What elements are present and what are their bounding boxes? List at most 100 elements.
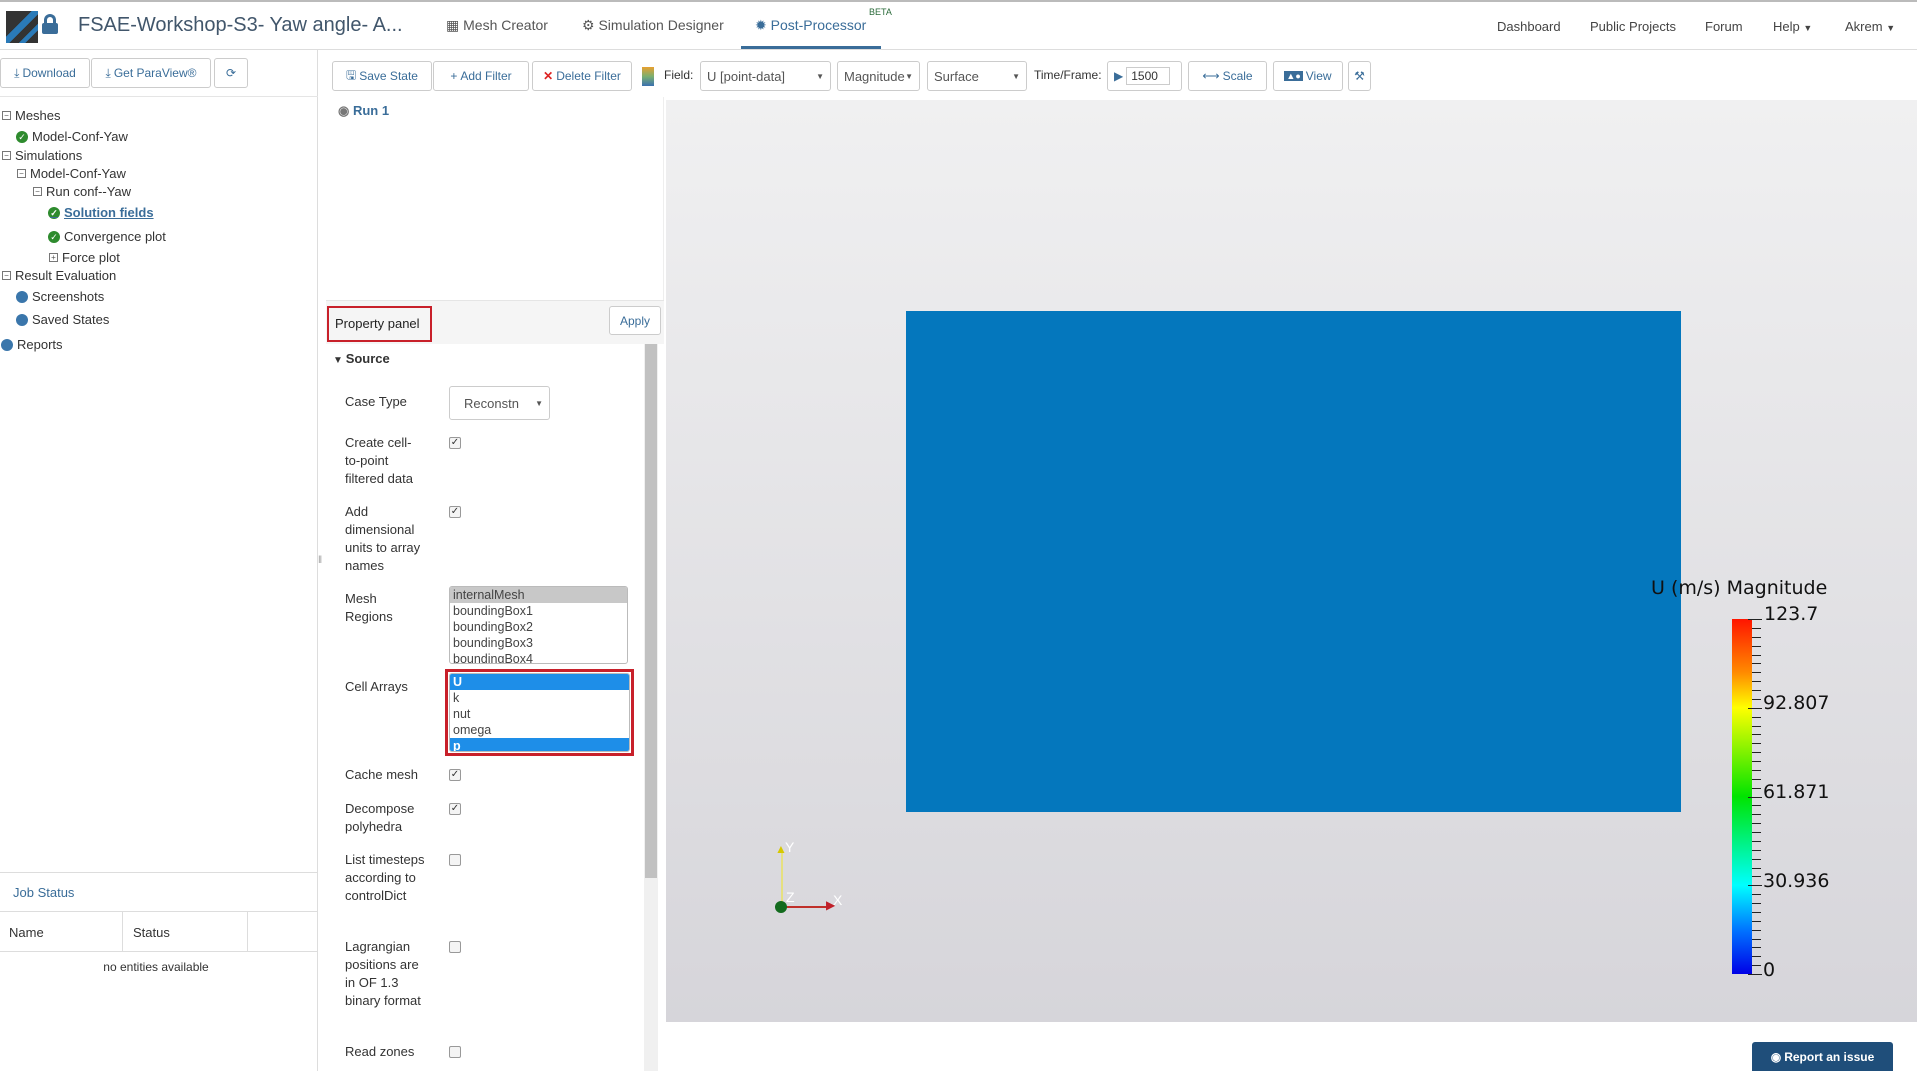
colorbar-tick bbox=[1752, 947, 1761, 949]
colorbar-tick bbox=[1752, 734, 1761, 736]
refresh-button[interactable]: ⟳ bbox=[214, 58, 248, 88]
list-option[interactable]: boundingBox4 bbox=[450, 651, 627, 663]
tree-convergence-plot[interactable]: ✓ Convergence plot bbox=[48, 229, 166, 244]
pipeline-item-run[interactable]: ◉ Run 1 bbox=[338, 103, 389, 119]
colorbar-tick bbox=[1752, 761, 1761, 762]
download-button[interactable]: ⤓ Download bbox=[0, 58, 90, 88]
tick-label: 0 bbox=[1763, 959, 1776, 981]
download-icon: ⤓ bbox=[14, 65, 20, 80]
delete-filter-button[interactable]: ✕ Delete Filter bbox=[532, 61, 632, 91]
grid-icon: ▦ bbox=[446, 17, 464, 33]
cell-arrays-label: Cell Arrays bbox=[345, 679, 408, 694]
nav-mesh-creator[interactable]: ▦ Mesh Creator bbox=[446, 17, 548, 34]
nav-dashboard[interactable]: Dashboard bbox=[1497, 19, 1561, 34]
tree-reports[interactable]: Reports bbox=[1, 337, 63, 352]
list-option[interactable]: boundingBox2 bbox=[450, 619, 627, 635]
tree-solution-fields[interactable]: ✓ Solution fields bbox=[48, 205, 154, 220]
tree-meshes[interactable]: − Meshes bbox=[2, 108, 61, 123]
colorbar-tick bbox=[1748, 619, 1762, 620]
colorbar-tick bbox=[1752, 832, 1761, 833]
settings-button[interactable]: ⚒ bbox=[1348, 61, 1371, 91]
tick-label: 30.936 bbox=[1763, 870, 1830, 892]
list-option[interactable]: boundingBox3 bbox=[450, 635, 627, 651]
lagrangian-checkbox[interactable] bbox=[449, 941, 461, 953]
list-option[interactable]: internalMesh bbox=[450, 587, 627, 603]
nav-help[interactable]: Help ▼ bbox=[1773, 19, 1812, 34]
check-circle-icon: ✓ bbox=[16, 130, 28, 143]
report-issue-button[interactable]: ◉ Report an issue bbox=[1752, 1042, 1893, 1071]
lagrangian-label: Lagrangian positions are in OF 1.3 binar… bbox=[345, 939, 421, 1008]
decompose-checkbox[interactable]: ✓ bbox=[449, 803, 461, 815]
mesh-regions-list[interactable]: internalMesh boundingBox1 boundingBox2 b… bbox=[449, 586, 628, 664]
panel-resize-handle[interactable]: ‖ bbox=[318, 555, 322, 566]
eye-icon[interactable]: ◉ bbox=[338, 103, 353, 118]
tree-mesh-model[interactable]: ✓ Model-Conf-Yaw bbox=[16, 129, 128, 144]
colormap-icon[interactable] bbox=[642, 67, 654, 86]
nav-forum[interactable]: Forum bbox=[1705, 19, 1743, 34]
colorbar-tick bbox=[1752, 894, 1761, 896]
component-select[interactable]: Magnitude ▼ bbox=[837, 61, 920, 91]
get-paraview-button[interactable]: ⤓ Get ParaView® bbox=[91, 58, 211, 88]
property-scrollbar[interactable] bbox=[644, 344, 658, 1071]
scale-button[interactable]: ⟷ Scale bbox=[1188, 61, 1267, 91]
caret-down-icon: ▼ bbox=[1886, 23, 1896, 33]
job-status-title: Job Status bbox=[13, 885, 75, 900]
property-panel-title: Property panel bbox=[327, 306, 432, 342]
tree-sim-model[interactable]: − Model-Conf-Yaw bbox=[17, 166, 126, 181]
render-viewport[interactable]: U (m/s) Magnitude 123.7 92.807 61.871 30… bbox=[666, 100, 1917, 1022]
add-filter-button[interactable]: + Add Filter bbox=[433, 61, 529, 91]
read-zones-checkbox[interactable] bbox=[449, 1046, 461, 1058]
z-axis-label: Z bbox=[786, 889, 795, 905]
case-type-select[interactable]: Reconstn ▼ bbox=[449, 386, 550, 420]
nav-public-projects[interactable]: Public Projects bbox=[1590, 19, 1676, 34]
tree-saved-states[interactable]: Saved States bbox=[16, 312, 109, 327]
column-status[interactable]: Status bbox=[133, 925, 170, 940]
nav-simulation-designer[interactable]: ⚙ Simulation Designer bbox=[582, 17, 724, 34]
cache-mesh-checkbox[interactable]: ✓ bbox=[449, 769, 461, 781]
tree-result-evaluation[interactable]: − Result Evaluation bbox=[2, 268, 116, 283]
colorbar-tick bbox=[1752, 956, 1761, 958]
colorbar-tick bbox=[1748, 885, 1762, 887]
colorbar-tick bbox=[1752, 725, 1761, 727]
nav-user-menu[interactable]: Akrem ▼ bbox=[1845, 19, 1895, 34]
time-frame-control[interactable]: ▶ 1500 bbox=[1107, 61, 1182, 91]
column-name[interactable]: Name bbox=[9, 925, 44, 940]
beta-badge: BETA bbox=[869, 7, 892, 17]
representation-select[interactable]: Surface ▼ bbox=[927, 61, 1027, 91]
colorbar-tick bbox=[1752, 876, 1761, 878]
x-icon: ✕ bbox=[543, 69, 554, 83]
list-option[interactable]: k bbox=[450, 690, 629, 706]
arrows-horizontal-icon: ⟷ bbox=[1202, 69, 1220, 83]
cell-arrays-list[interactable]: U k nut omega p bbox=[449, 673, 630, 752]
list-timesteps-checkbox[interactable] bbox=[449, 854, 461, 866]
save-state-button[interactable]: 🖫 Save State bbox=[332, 61, 432, 91]
plus-icon: + bbox=[450, 69, 458, 83]
view-button[interactable]: ▲● View bbox=[1273, 61, 1343, 91]
tree-screenshots[interactable]: Screenshots bbox=[16, 289, 104, 304]
colorbar-tick bbox=[1752, 645, 1761, 647]
tree-simulations[interactable]: − Simulations bbox=[2, 148, 82, 163]
field-select[interactable]: U [point-data] ▼ bbox=[700, 61, 831, 91]
list-option[interactable]: U bbox=[450, 674, 629, 690]
app-logo[interactable] bbox=[6, 11, 38, 43]
list-option[interactable]: boundingBox1 bbox=[450, 603, 627, 619]
add-dim-checkbox[interactable]: ✓ bbox=[449, 506, 461, 518]
create-cell-checkbox[interactable]: ✓ bbox=[449, 437, 461, 449]
list-option[interactable]: nut bbox=[450, 706, 629, 722]
tree-force-plot[interactable]: + Force plot bbox=[49, 250, 120, 265]
list-option[interactable]: p bbox=[450, 738, 629, 751]
colorbar-tick bbox=[1752, 752, 1761, 754]
apply-button[interactable]: Apply bbox=[609, 306, 661, 335]
time-frame-label: Time/Frame: bbox=[1034, 68, 1102, 82]
tree-run[interactable]: − Run conf--Yaw bbox=[33, 184, 131, 199]
y-axis-line bbox=[781, 850, 783, 906]
x-axis-label: X bbox=[833, 892, 843, 908]
source-section-header[interactable]: ▼ Source bbox=[333, 351, 390, 366]
colorbar-tick bbox=[1752, 663, 1761, 665]
colorbar-tick bbox=[1752, 814, 1761, 816]
tools-icon: ⚒ bbox=[1354, 69, 1365, 83]
nav-post-processor[interactable]: ✹ Post-Processor bbox=[755, 17, 866, 34]
collapse-icon: − bbox=[2, 271, 11, 280]
list-option[interactable]: omega bbox=[450, 722, 629, 738]
project-title[interactable]: FSAE-Workshop-S3- Yaw angle- A... bbox=[78, 14, 403, 37]
